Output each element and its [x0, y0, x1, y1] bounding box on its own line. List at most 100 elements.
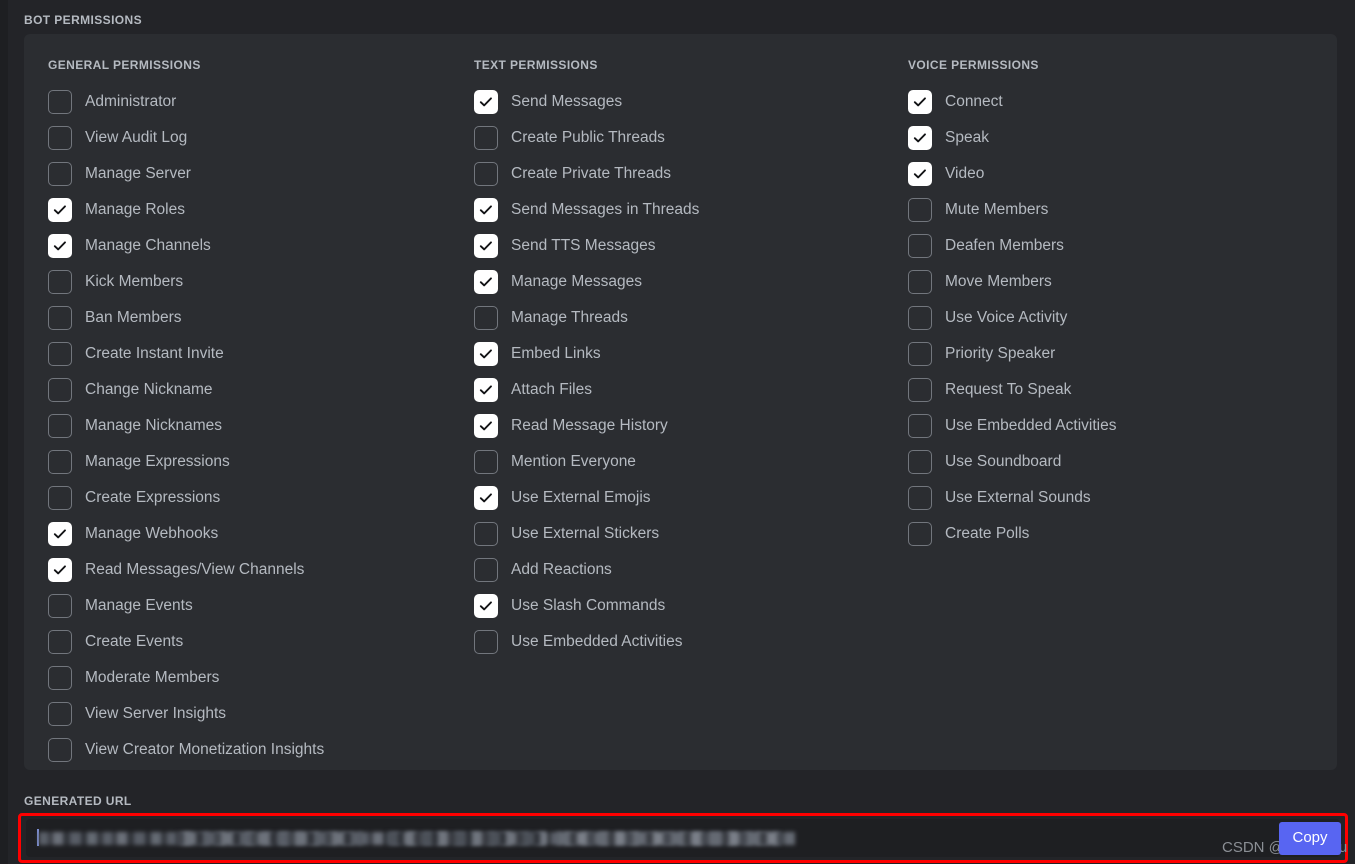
permission-row[interactable]: Read Message History — [474, 408, 888, 444]
permission-row[interactable]: Send Messages — [474, 84, 888, 120]
checkbox-checked-icon[interactable] — [474, 270, 498, 294]
permission-row[interactable]: Use External Emojis — [474, 480, 888, 516]
permission-row[interactable]: Deafen Members — [908, 228, 1318, 264]
checkbox-unchecked-icon[interactable] — [48, 162, 72, 186]
permission-row[interactable]: Embed Links — [474, 336, 888, 372]
checkbox-checked-icon[interactable] — [908, 162, 932, 186]
checkbox-unchecked-icon[interactable] — [48, 270, 72, 294]
checkbox-checked-icon[interactable] — [908, 126, 932, 150]
permission-row[interactable]: Create Public Threads — [474, 120, 888, 156]
permission-row[interactable]: Create Polls — [908, 516, 1318, 552]
checkbox-checked-icon[interactable] — [474, 378, 498, 402]
permission-row[interactable]: Attach Files — [474, 372, 888, 408]
checkbox-unchecked-icon[interactable] — [474, 162, 498, 186]
permission-row[interactable]: Create Expressions — [48, 480, 454, 516]
permission-row[interactable]: Manage Messages — [474, 264, 888, 300]
permission-label: Read Message History — [511, 417, 668, 434]
checkbox-checked-icon[interactable] — [474, 90, 498, 114]
permission-row[interactable]: Use Soundboard — [908, 444, 1318, 480]
checkbox-checked-icon[interactable] — [908, 90, 932, 114]
checkbox-checked-icon[interactable] — [474, 342, 498, 366]
permission-row[interactable]: Create Events — [48, 624, 454, 660]
permission-row[interactable]: Add Reactions — [474, 552, 888, 588]
permission-row[interactable]: Use Slash Commands — [474, 588, 888, 624]
checkbox-unchecked-icon[interactable] — [48, 450, 72, 474]
checkbox-unchecked-icon[interactable] — [474, 630, 498, 654]
permission-row[interactable]: Manage Expressions — [48, 444, 454, 480]
permission-row[interactable]: Create Private Threads — [474, 156, 888, 192]
permission-row[interactable]: Manage Roles — [48, 192, 454, 228]
permission-row[interactable]: View Server Insights — [48, 696, 454, 732]
checkbox-unchecked-icon[interactable] — [908, 378, 932, 402]
checkbox-unchecked-icon[interactable] — [474, 558, 498, 582]
checkbox-checked-icon[interactable] — [48, 522, 72, 546]
checkbox-unchecked-icon[interactable] — [48, 378, 72, 402]
checkbox-unchecked-icon[interactable] — [48, 126, 72, 150]
permission-row[interactable]: Change Nickname — [48, 372, 454, 408]
permission-label: Administrator — [85, 93, 177, 110]
permission-row[interactable]: Move Members — [908, 264, 1318, 300]
copy-button[interactable]: Copy — [1279, 822, 1341, 855]
checkbox-unchecked-icon[interactable] — [908, 414, 932, 438]
checkbox-unchecked-icon[interactable] — [48, 666, 72, 690]
checkbox-unchecked-icon[interactable] — [48, 342, 72, 366]
checkbox-unchecked-icon[interactable] — [474, 306, 498, 330]
checkbox-unchecked-icon[interactable] — [48, 414, 72, 438]
checkbox-unchecked-icon[interactable] — [48, 486, 72, 510]
permission-row[interactable]: Ban Members — [48, 300, 454, 336]
checkbox-unchecked-icon[interactable] — [474, 450, 498, 474]
checkbox-unchecked-icon[interactable] — [908, 198, 932, 222]
checkbox-unchecked-icon[interactable] — [474, 126, 498, 150]
checkbox-unchecked-icon[interactable] — [908, 342, 932, 366]
permission-row[interactable]: View Creator Monetization Insights — [48, 732, 454, 768]
permission-row[interactable]: Send TTS Messages — [474, 228, 888, 264]
checkbox-unchecked-icon[interactable] — [48, 306, 72, 330]
permission-row[interactable]: Priority Speaker — [908, 336, 1318, 372]
permission-row[interactable]: Mention Everyone — [474, 444, 888, 480]
permission-row[interactable]: Manage Channels — [48, 228, 454, 264]
permission-row[interactable]: View Audit Log — [48, 120, 454, 156]
permission-row[interactable]: Use Voice Activity — [908, 300, 1318, 336]
generated-url-input[interactable] — [26, 819, 1340, 857]
checkbox-unchecked-icon[interactable] — [908, 270, 932, 294]
permission-row[interactable]: Use External Sounds — [908, 480, 1318, 516]
checkbox-unchecked-icon[interactable] — [908, 234, 932, 258]
checkbox-unchecked-icon[interactable] — [908, 522, 932, 546]
permission-row[interactable]: Administrator — [48, 84, 454, 120]
permission-row[interactable]: Use External Stickers — [474, 516, 888, 552]
checkbox-unchecked-icon[interactable] — [48, 594, 72, 618]
permission-row[interactable]: Connect — [908, 84, 1318, 120]
permission-row[interactable]: Use Embedded Activities — [474, 624, 888, 660]
checkbox-checked-icon[interactable] — [474, 234, 498, 258]
checkbox-unchecked-icon[interactable] — [48, 702, 72, 726]
checkbox-unchecked-icon[interactable] — [474, 522, 498, 546]
permission-row[interactable]: Manage Threads — [474, 300, 888, 336]
checkbox-unchecked-icon[interactable] — [48, 738, 72, 762]
checkbox-unchecked-icon[interactable] — [908, 450, 932, 474]
checkbox-checked-icon[interactable] — [48, 198, 72, 222]
checkbox-checked-icon[interactable] — [474, 198, 498, 222]
permission-row[interactable]: Request To Speak — [908, 372, 1318, 408]
checkbox-checked-icon[interactable] — [474, 594, 498, 618]
permission-row[interactable]: Create Instant Invite — [48, 336, 454, 372]
checkbox-unchecked-icon[interactable] — [48, 630, 72, 654]
permission-row[interactable]: Send Messages in Threads — [474, 192, 888, 228]
checkbox-unchecked-icon[interactable] — [908, 306, 932, 330]
permission-row[interactable]: Manage Nicknames — [48, 408, 454, 444]
checkbox-checked-icon[interactable] — [474, 486, 498, 510]
checkbox-unchecked-icon[interactable] — [908, 486, 932, 510]
permission-row[interactable]: Moderate Members — [48, 660, 454, 696]
permission-row[interactable]: Video — [908, 156, 1318, 192]
permission-row[interactable]: Use Embedded Activities — [908, 408, 1318, 444]
checkbox-checked-icon[interactable] — [48, 558, 72, 582]
permission-row[interactable]: Mute Members — [908, 192, 1318, 228]
permission-row[interactable]: Read Messages/View Channels — [48, 552, 454, 588]
checkbox-checked-icon[interactable] — [474, 414, 498, 438]
checkbox-checked-icon[interactable] — [48, 234, 72, 258]
permission-row[interactable]: Speak — [908, 120, 1318, 156]
permission-row[interactable]: Manage Webhooks — [48, 516, 454, 552]
permission-row[interactable]: Manage Events — [48, 588, 454, 624]
permission-row[interactable]: Manage Server — [48, 156, 454, 192]
permission-row[interactable]: Kick Members — [48, 264, 454, 300]
checkbox-unchecked-icon[interactable] — [48, 90, 72, 114]
